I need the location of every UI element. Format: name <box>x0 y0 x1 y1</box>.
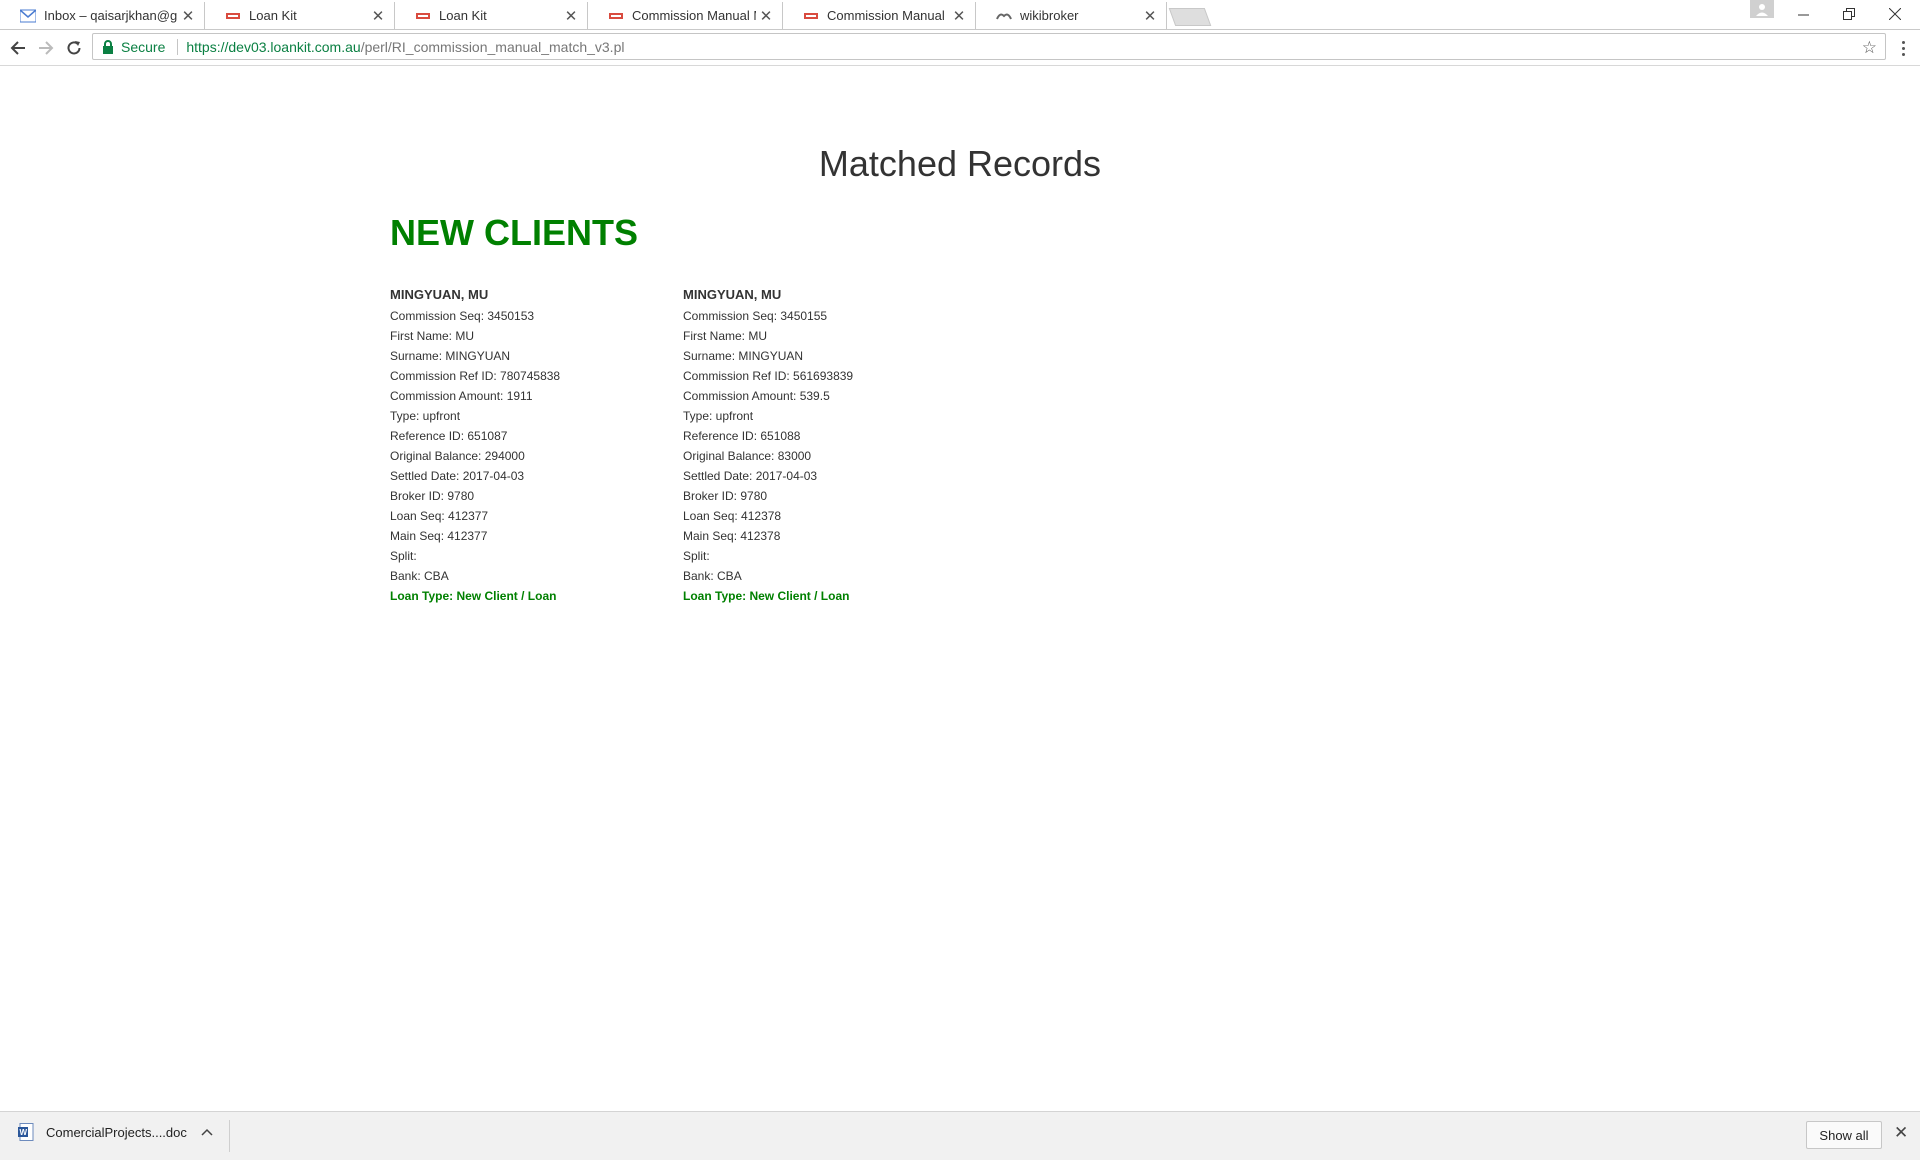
tab-title: Loan Kit <box>439 8 487 23</box>
url-origin: https://dev03.loankit.com.au <box>186 38 361 55</box>
download-item[interactable]: W ComercialProjects....doc <box>18 1123 213 1141</box>
broker-id: Broker ID: 9780 <box>683 489 768 503</box>
download-shelf: W ComercialProjects....doc Show all ✕ <box>0 1111 1920 1160</box>
loankit-favicon <box>225 8 241 24</box>
close-icon[interactable]: ✕ <box>1140 7 1160 25</box>
close-icon[interactable]: ✕ <box>561 7 581 25</box>
tab-title: Inbox – qaisarjkhan@gm <box>44 8 178 23</box>
record-name: MINGYUAN, MU <box>390 287 489 302</box>
commission-ref-id: Commission Ref ID: 561693839 <box>683 369 854 383</box>
split: Split: <box>390 549 417 563</box>
matched-record-card: MINGYUAN, MU Commission Seq: 3450153 Fir… <box>390 286 560 606</box>
tab-title: Commission Manual Mat <box>827 8 949 23</box>
reference-id: Reference ID: 651088 <box>683 429 801 443</box>
tab-title: wikibroker <box>1020 8 1079 23</box>
tab-loan-kit-1[interactable]: Loan Kit ✕ <box>205 2 395 29</box>
tab-strip: Inbox – qaisarjkhan@gm ✕ Loan Kit ✕ Loan… <box>0 0 1920 30</box>
loan-seq: Loan Seq: 412377 <box>390 509 489 523</box>
download-file-name: ComercialProjects....doc <box>46 1124 187 1140</box>
surname: Surname: MINGYUAN <box>683 349 804 363</box>
loan-type: Loan Type: New Client / Loan <box>390 589 557 603</box>
commission-seq: Commission Seq: 3450155 <box>683 309 828 323</box>
loankit-favicon <box>608 8 624 24</box>
loankit-favicon <box>803 8 819 24</box>
close-window-icon[interactable] <box>1872 0 1918 28</box>
close-icon[interactable]: ✕ <box>949 7 969 25</box>
tab-commission-manual-match[interactable]: Commission Manual Mat ✕ <box>783 2 976 29</box>
surname: Surname: MINGYUAN <box>390 349 511 363</box>
section-title: NEW CLIENTS <box>390 212 638 253</box>
first-name: First Name: MU <box>390 329 474 343</box>
type: Type: upfront <box>390 409 461 423</box>
word-doc-icon: W <box>18 1123 34 1141</box>
main-seq: Main Seq: 412377 <box>390 529 488 543</box>
first-name: First Name: MU <box>683 329 767 343</box>
tab-wikibroker[interactable]: wikibroker ✕ <box>976 2 1167 29</box>
url-path: /perl/RI_commission_manual_match_v3.pl <box>360 38 625 55</box>
loankit-favicon <box>415 8 431 24</box>
lock-icon <box>102 39 114 54</box>
show-all-button[interactable]: Show all <box>1806 1121 1882 1149</box>
type: Type: upfront <box>683 409 754 423</box>
commission-amount: Commission Amount: 1911 <box>390 389 533 403</box>
reload-icon[interactable] <box>62 36 86 60</box>
tab-inbox[interactable]: Inbox – qaisarjkhan@gm ✕ <box>0 2 205 29</box>
profile-icon[interactable] <box>1750 0 1774 18</box>
bank: Bank: CBA <box>683 569 742 583</box>
address-bar[interactable]: Secure https://dev03.loankit.com.au /per… <box>92 33 1886 60</box>
tab-title: Commission Manual Mat <box>632 8 756 23</box>
chevron-up-icon[interactable] <box>201 1128 213 1136</box>
original-balance: Original Balance: 83000 <box>683 449 812 463</box>
bank: Bank: CBA <box>390 569 449 583</box>
gmail-icon <box>20 8 36 24</box>
kebab-menu-icon[interactable] <box>1893 36 1913 60</box>
loan-seq: Loan Seq: 412378 <box>683 509 782 523</box>
split: Split: <box>683 549 710 563</box>
loan-type: Loan Type: New Client / Loan <box>683 589 850 603</box>
matched-record-card: MINGYUAN, MU Commission Seq: 3450155 Fir… <box>683 286 853 606</box>
main-seq: Main Seq: 412378 <box>683 529 781 543</box>
record-name: MINGYUAN, MU <box>683 287 782 302</box>
commission-seq: Commission Seq: 3450153 <box>390 309 535 323</box>
close-icon[interactable]: ✕ <box>1894 1123 1908 1143</box>
wikibroker-favicon <box>996 8 1012 24</box>
minimize-icon[interactable] <box>1780 0 1826 28</box>
back-arrow-icon[interactable] <box>6 36 30 60</box>
close-icon[interactable]: ✕ <box>368 7 388 25</box>
forward-arrow-icon[interactable] <box>34 36 58 60</box>
divider <box>177 38 179 55</box>
tab-title: Loan Kit <box>249 8 297 23</box>
reference-id: Reference ID: 651087 <box>390 429 508 443</box>
browser-toolbar: Secure https://dev03.loankit.com.au /per… <box>0 30 1920 66</box>
secure-label: Secure <box>121 38 166 55</box>
commission-amount: Commission Amount: 539.5 <box>683 389 830 403</box>
divider <box>229 1120 230 1152</box>
tab-loan-kit-2[interactable]: Loan Kit ✕ <box>395 2 588 29</box>
new-tab-button[interactable] <box>1168 8 1212 26</box>
close-icon[interactable]: ✕ <box>756 7 776 25</box>
settled-date: Settled Date: 2017-04-03 <box>390 469 525 483</box>
tab-commission-manual-match-active[interactable]: Commission Manual Mat ✕ <box>588 2 783 29</box>
commission-ref-id: Commission Ref ID: 780745838 <box>390 369 561 383</box>
original-balance: Original Balance: 294000 <box>390 449 525 463</box>
settled-date: Settled Date: 2017-04-03 <box>683 469 818 483</box>
broker-id: Broker ID: 9780 <box>390 489 475 503</box>
page-title: Matched Records <box>818 143 1102 184</box>
bookmark-star-icon[interactable]: ☆ <box>1862 38 1877 58</box>
restore-icon[interactable] <box>1826 0 1872 28</box>
svg-text:W: W <box>20 1128 28 1137</box>
close-icon[interactable]: ✕ <box>178 7 198 25</box>
